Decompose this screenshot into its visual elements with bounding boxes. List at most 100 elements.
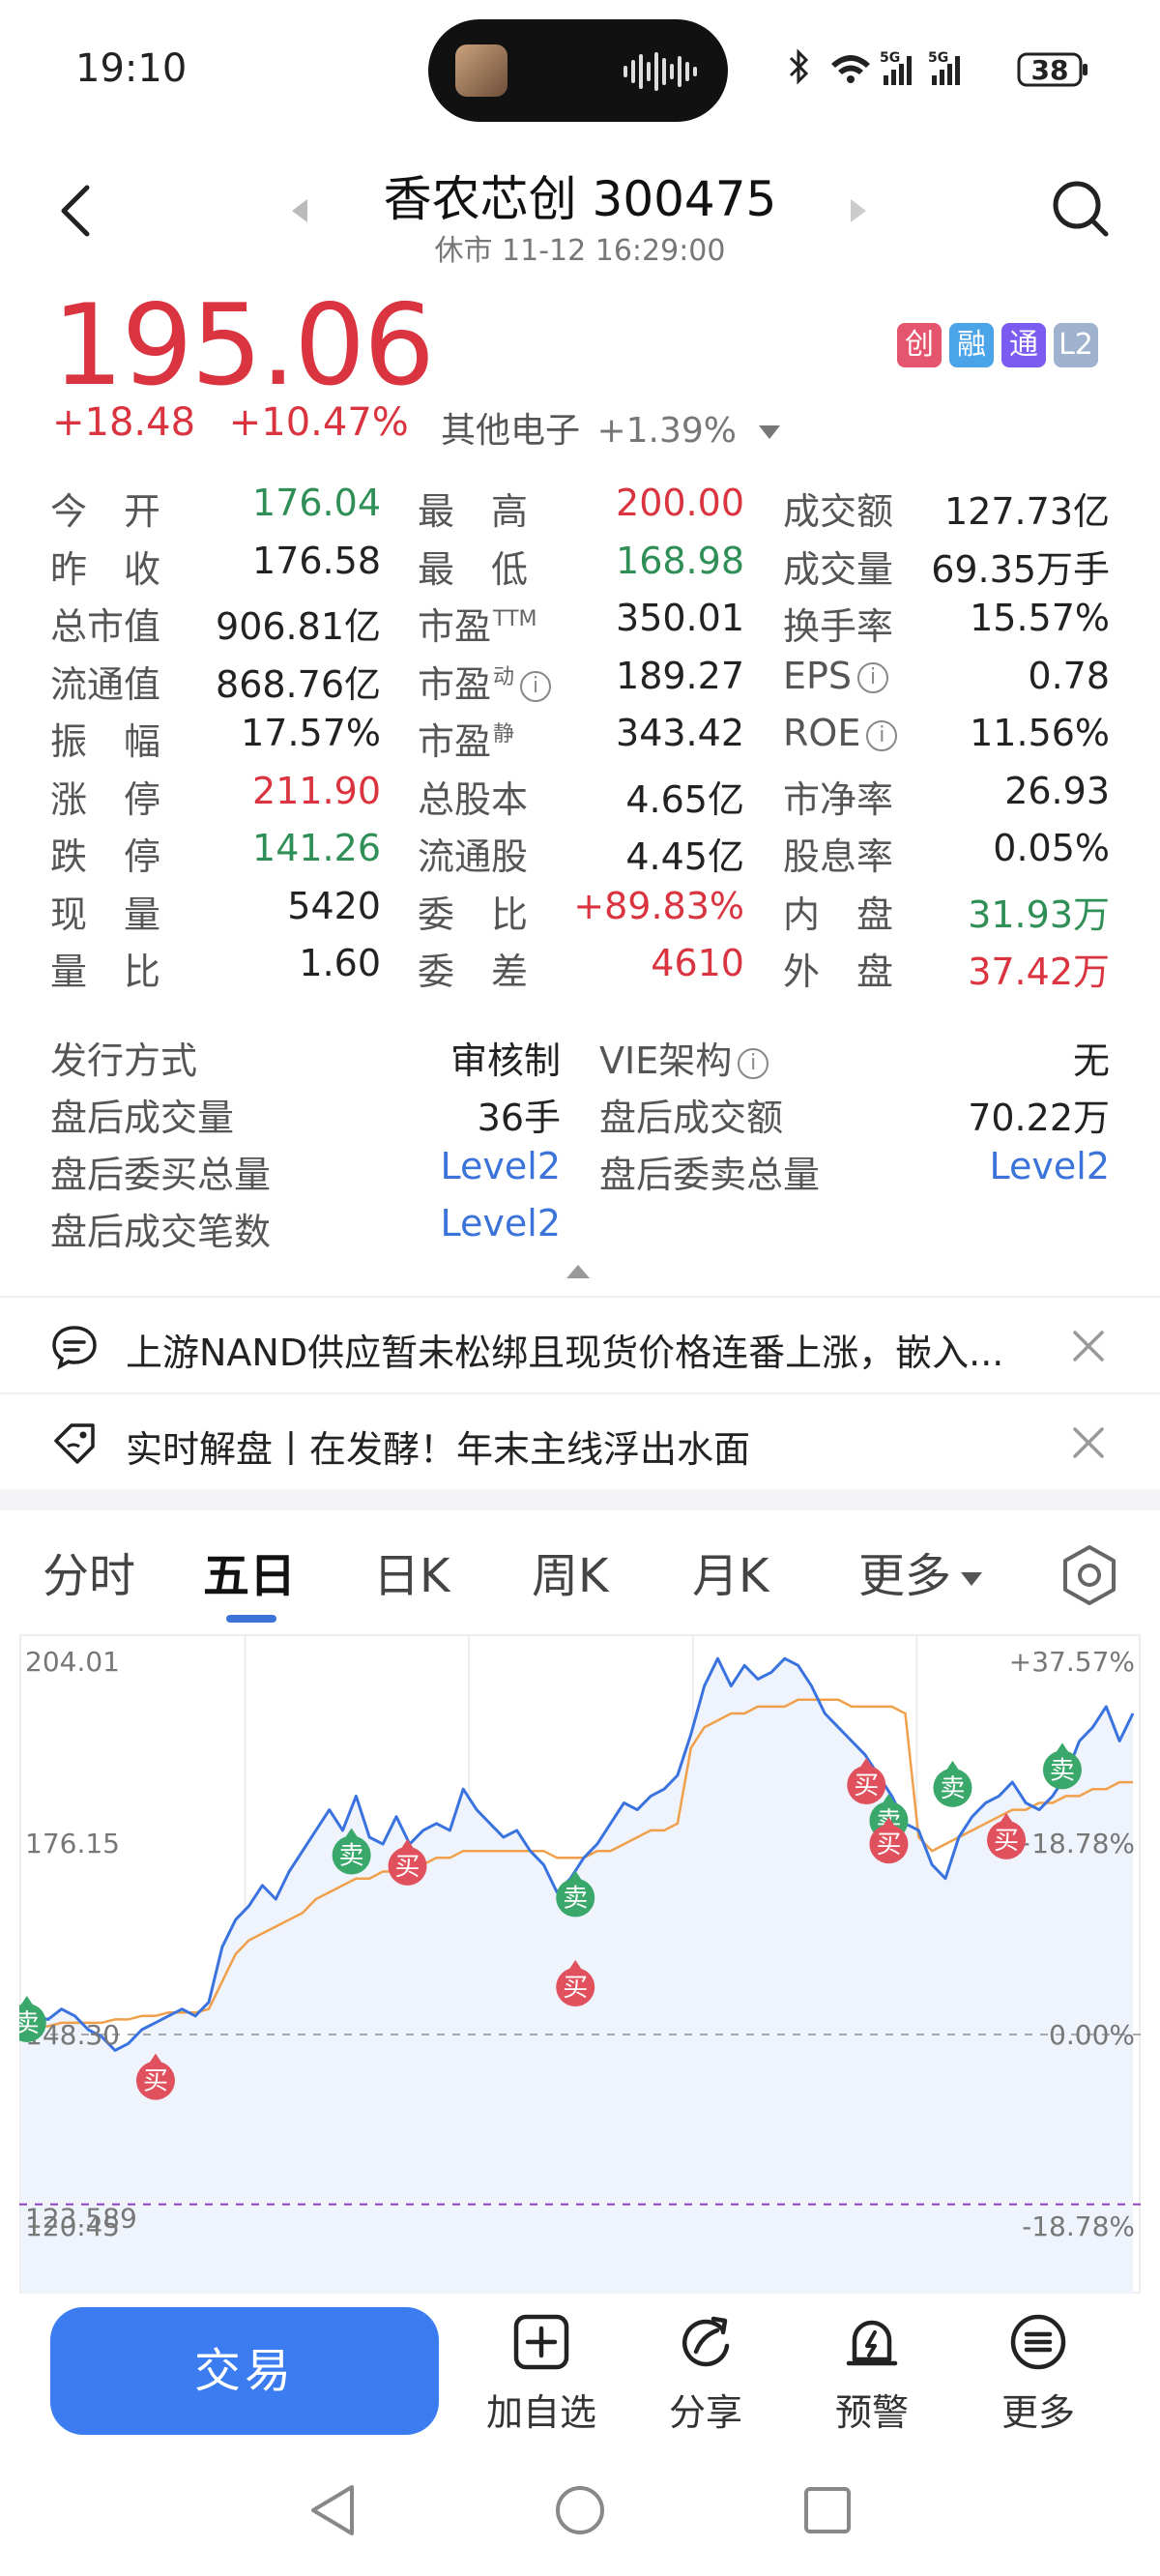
sector-link[interactable]: 其他电子 +1.39%: [441, 402, 781, 453]
close-icon[interactable]: [1071, 1329, 1106, 1363]
quote-label: 市盈静: [418, 712, 514, 765]
collapse-arrow-icon[interactable]: [566, 1265, 590, 1278]
quote-grid: 今 开 176.04 最 高 200.00 成交额 127.73亿昨 收 176.58 最 低…: [50, 482, 1114, 1000]
quote-label-text: 最 低: [418, 547, 529, 591]
info-icon[interactable]: i: [520, 671, 552, 702]
quote-row: 流通值 868.76亿 市盈动 i 189.27 EPS i 0.78: [50, 655, 1114, 713]
dynamic-island[interactable]: [428, 19, 728, 122]
quote-row: 总市值 906.81亿 市盈TTM 350.01 换手率 15.57%: [50, 597, 1114, 655]
quote-label: 盘后成交额: [599, 1088, 783, 1141]
quote-value: 4610: [651, 942, 744, 984]
y-axis-label-right: +37.57%: [1009, 1646, 1135, 1678]
close-icon[interactable]: [1071, 1425, 1106, 1460]
market-status: 休市 11-12 16:29:00: [434, 234, 726, 268]
tab-weekly-k[interactable]: 周K: [532, 1537, 608, 1605]
nav-back-icon[interactable]: [305, 2481, 360, 2539]
tab-more[interactable]: 更多: [858, 1537, 983, 1605]
quote-label[interactable]: ROE i: [783, 712, 898, 754]
settings-icon[interactable]: [1058, 1543, 1121, 1607]
quote-label-text: ROE: [783, 712, 861, 754]
after-hours-value[interactable]: Level2: [441, 1202, 561, 1244]
alert-button[interactable]: 预警: [804, 2311, 940, 2436]
tab-daily-k[interactable]: 日K: [373, 1537, 450, 1605]
news-item[interactable]: 实时解盘丨在发酵！年末主线浮出水面: [0, 1392, 1160, 1489]
quote-label: 流通值: [50, 655, 160, 708]
quote-label-text: 市盈: [418, 720, 492, 763]
trade-button[interactable]: 交易: [50, 2307, 439, 2435]
quote-value: 37.42万: [968, 951, 1110, 993]
after-hours-value[interactable]: Level2: [990, 1145, 1110, 1187]
quote-label-text: 流通值: [50, 662, 161, 706]
section-divider: [0, 1489, 1160, 1510]
share-button[interactable]: 分享: [638, 2311, 773, 2436]
nav-home-icon[interactable]: [553, 2481, 607, 2539]
news-item[interactable]: 上游NAND供应暂未松绑且现货价格连番上涨，嵌入...: [0, 1296, 1160, 1392]
badge: 创: [897, 323, 942, 367]
after-hours-value[interactable]: Level2: [441, 1145, 561, 1187]
quote-value: 15.57%: [970, 597, 1110, 639]
quote-value: 26.93: [1004, 769, 1110, 812]
tab-monthly-k[interactable]: 月K: [692, 1537, 768, 1605]
status-icons: 5G 5G 38: [789, 48, 1088, 87]
media-thumbnail: [455, 44, 508, 97]
badge: 融: [949, 323, 994, 367]
quote-value: 200.00: [616, 482, 744, 524]
quote-label-text: 盘后成交额: [599, 1097, 784, 1139]
after-hours-row: 盘后成交笔数 Level2: [50, 1202, 1114, 1259]
quote-label[interactable]: 市盈动 i: [418, 655, 552, 708]
quote-label: 今 开: [50, 482, 160, 535]
nav-recents-icon[interactable]: [800, 2481, 855, 2539]
five-day-chart[interactable]: 204.01176.15148.30120.45+37.57%+18.78%0.…: [19, 1634, 1141, 2294]
quote-label: 盘后委卖总量: [599, 1145, 820, 1198]
after-hours-row: 盘后委买总量 Level2 盘后委卖总量 Level2: [50, 1145, 1114, 1202]
after-hours-value: 36手: [477, 1097, 561, 1139]
quote-value: 4.45亿: [625, 835, 744, 878]
quote-label-text: 发行方式: [50, 1039, 198, 1082]
add-watchlist-button[interactable]: 加自选: [474, 2311, 609, 2436]
bluetooth-icon: [789, 48, 809, 85]
y-axis-label-left: 204.01: [25, 1646, 120, 1678]
signal-marker-tip: [944, 1760, 961, 1772]
quote-label[interactable]: EPS i: [783, 655, 889, 697]
chevron-down-icon: [961, 1572, 983, 1586]
info-icon[interactable]: i: [857, 662, 889, 693]
change-amount: +18.48: [52, 400, 196, 445]
signal-5g-icon: 5G: [880, 50, 912, 85]
quote-label: 振 幅: [50, 712, 160, 765]
badge: 通: [1001, 323, 1046, 367]
more-label: 更多: [1000, 2391, 1075, 2434]
quote-label: 成交额: [783, 482, 893, 535]
last-price: 195.06: [52, 280, 435, 411]
tab-intraday[interactable]: 分时: [43, 1537, 135, 1605]
signal-label: 卖: [1050, 1756, 1075, 1785]
quote-label-text: 振 幅: [50, 720, 161, 763]
wifi-icon: [831, 55, 870, 83]
quote-label-text: 换手率: [783, 605, 894, 648]
quote-value: 0.78: [1028, 654, 1110, 697]
info-icon[interactable]: i: [738, 1047, 769, 1079]
signal-marker-tip: [1054, 1742, 1070, 1755]
quote-label-text: VIE架构: [599, 1039, 733, 1082]
quote-label-text: 委 差: [418, 951, 529, 993]
quote-label: 外 盘: [783, 942, 893, 995]
quote-label-text: 股息率: [783, 835, 894, 878]
chat-bubble-icon: [52, 1326, 97, 1370]
back-icon[interactable]: [56, 182, 95, 240]
alert-icon: [846, 2320, 898, 2366]
quote-label-text: 跌 停: [50, 835, 161, 878]
signal-label: 卖: [19, 2009, 40, 2038]
svg-text:5G: 5G: [880, 50, 900, 66]
next-stock-icon[interactable]: [847, 197, 870, 224]
quote-label[interactable]: VIE架构 i: [599, 1031, 769, 1084]
quote-label-text: 盘后成交量: [50, 1097, 235, 1139]
y-axis-label-left: 176.15: [25, 1828, 120, 1859]
quote-value: 176.04: [252, 482, 381, 524]
info-icon[interactable]: i: [866, 719, 898, 751]
quote-label-text: 盘后委买总量: [50, 1154, 272, 1196]
quote-label-text: 今 开: [50, 490, 161, 533]
tab-five-day[interactable]: 五日: [203, 1537, 296, 1605]
quote-label-text: 成交额: [783, 490, 894, 533]
quote-label: 总市值: [50, 597, 160, 650]
more-button[interactable]: 更多: [971, 2311, 1106, 2436]
search-icon[interactable]: [1050, 178, 1112, 240]
